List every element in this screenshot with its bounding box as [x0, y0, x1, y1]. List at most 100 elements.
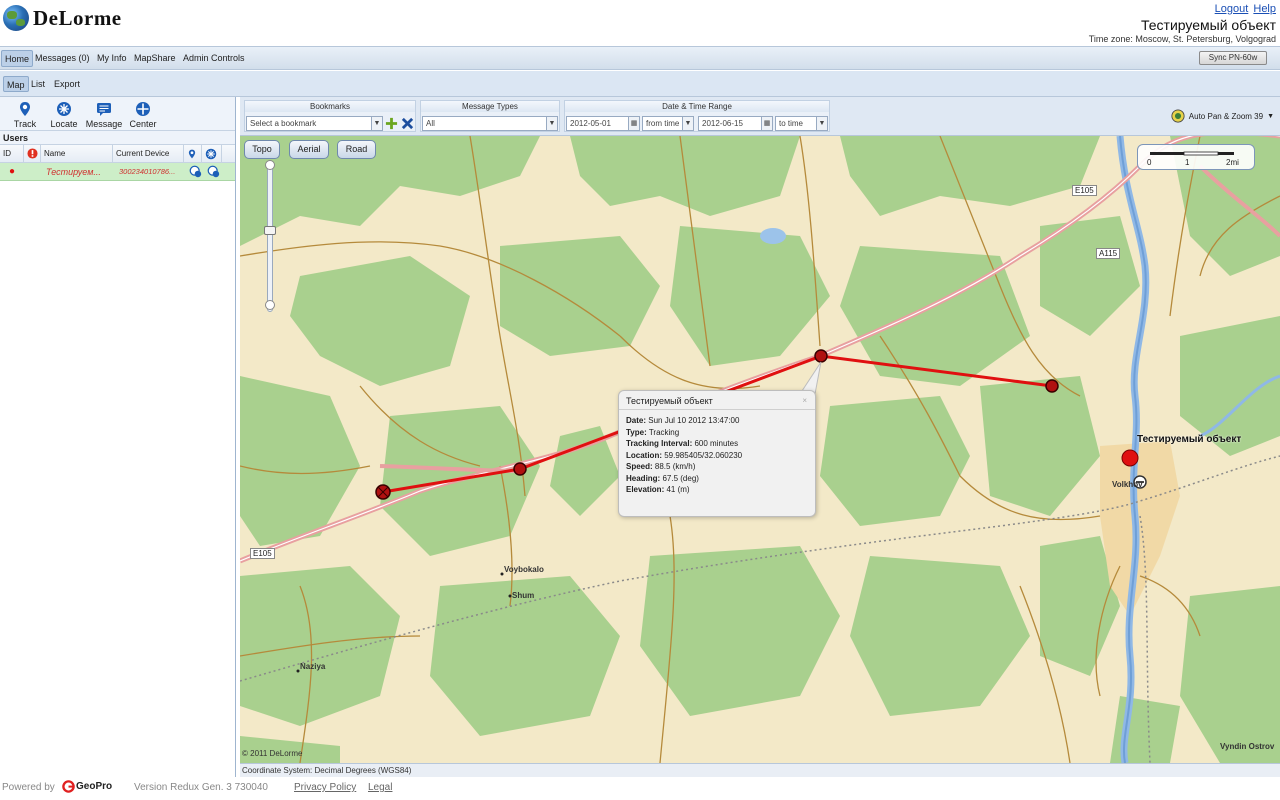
- app-header: DeLorme Logout Help Тестируемый объект T…: [0, 0, 1280, 46]
- map-area: Bookmarks Select a bookmark ▼ Message Ty…: [240, 97, 1280, 777]
- tab-export[interactable]: Export: [51, 76, 83, 92]
- tab-list[interactable]: List: [28, 76, 48, 92]
- col-id[interactable]: ID: [0, 145, 24, 163]
- bookmark-select-value: Select a bookmark: [250, 119, 317, 128]
- pin-icon: [188, 149, 196, 159]
- autopan-icon: [1171, 109, 1185, 123]
- nav-admin-controls[interactable]: Admin Controls: [180, 50, 248, 67]
- privacy-policy-link[interactable]: Privacy Policy: [294, 782, 356, 793]
- coordinate-system-label: Coordinate System: Decimal Degrees (WGS8…: [240, 763, 1280, 777]
- aerial-button[interactable]: Aerial: [289, 140, 329, 159]
- timezone-label: Time zone: Moscow, St. Petersburg, Volgo…: [1088, 34, 1276, 44]
- track-button[interactable]: Track: [5, 101, 45, 129]
- col-locate[interactable]: [202, 145, 222, 163]
- col-name[interactable]: Name: [41, 145, 113, 163]
- zoom-slider-track[interactable]: [267, 162, 273, 312]
- locate-icon: [205, 148, 217, 160]
- message-icon: [97, 103, 111, 116]
- center-button[interactable]: Center: [123, 101, 163, 129]
- lake: [760, 228, 786, 244]
- user-name[interactable]: Тестируем...: [43, 163, 113, 181]
- end-date-value: 2012-06-15: [702, 119, 743, 128]
- chevron-down-icon: ▼: [682, 117, 693, 130]
- user-row[interactable]: ● Тестируем... 300234010786...: [0, 163, 235, 181]
- autopan-label: Auto Pan & Zoom 39: [1188, 111, 1264, 121]
- tab-map[interactable]: Map: [3, 76, 29, 92]
- center-icon: [136, 102, 150, 116]
- powered-by-label: Powered by: [2, 782, 55, 793]
- place-voybokalo: Voybokalo: [504, 565, 544, 574]
- nav-messages[interactable]: Messages (0): [32, 50, 93, 67]
- logout-link[interactable]: Logout: [1215, 3, 1249, 15]
- popup-heading: Heading: 67.5 (deg): [626, 473, 699, 483]
- calendar-icon[interactable]: ▦: [628, 117, 639, 130]
- popup-type: Type: Tracking: [626, 427, 680, 437]
- locate-label: Locate: [50, 119, 78, 129]
- zoom-slider-handle[interactable]: [264, 226, 276, 235]
- filter-bar: Bookmarks Select a bookmark ▼ Message Ty…: [240, 97, 1280, 136]
- add-bookmark-icon[interactable]: [385, 117, 398, 130]
- bookmarks-group: Bookmarks Select a bookmark ▼: [244, 100, 416, 132]
- help-link[interactable]: Help: [1253, 3, 1276, 15]
- locate-toggle-icon: [207, 165, 220, 178]
- message-button[interactable]: Message: [84, 101, 124, 129]
- nav-mapshare[interactable]: MapShare: [131, 50, 179, 67]
- place-shum: Shum: [512, 591, 535, 600]
- chevron-down-icon: ▼: [1267, 112, 1274, 120]
- popup-location: Location: 59.985405/32.060230: [626, 450, 743, 460]
- alert-icon: [27, 148, 38, 159]
- popup-elevation: Elevation: 41 (m): [626, 485, 690, 494]
- object-map-label[interactable]: Тестируемый объект: [1137, 434, 1241, 445]
- delorme-logo: DeLorme: [3, 5, 122, 31]
- status-dot: ●: [9, 166, 16, 177]
- col-device[interactable]: Current Device: [113, 145, 184, 163]
- calendar-icon[interactable]: ▦: [761, 117, 772, 130]
- place-volkhov: Volkhov: [1112, 480, 1143, 489]
- zoom-out-icon[interactable]: [265, 300, 275, 310]
- popup-interval: Tracking Interval: 600 minutes: [626, 439, 739, 448]
- pin-icon: [20, 102, 30, 116]
- end-date-input[interactable]: 2012-06-15 ▦: [698, 116, 773, 131]
- to-time-select[interactable]: to time ▼: [775, 116, 828, 131]
- track-label: Track: [13, 119, 37, 129]
- geopro-logo: GeoPro: [62, 780, 112, 793]
- scale-label-2: 2mi: [1226, 158, 1239, 167]
- road-label-e105-north: E105: [1072, 185, 1097, 196]
- map-canvas[interactable]: Topo Aerial Road 0 1 2mi E105 E105 A115 …: [240, 136, 1280, 763]
- locate-button[interactable]: Locate: [44, 101, 84, 129]
- message-type-select[interactable]: All ▼: [422, 116, 558, 131]
- map-copyright: © 2011 DeLorme: [242, 749, 303, 758]
- to-time-value: to time: [779, 119, 804, 128]
- col-alert[interactable]: [24, 145, 41, 163]
- footer: Powered by GeoPro Version Redux Gen. 3 7…: [0, 777, 1280, 800]
- zoom-in-icon[interactable]: [265, 160, 275, 170]
- message-types-title: Message Types: [421, 101, 559, 112]
- close-icon[interactable]: ×: [802, 396, 807, 405]
- legal-link[interactable]: Legal: [368, 782, 392, 793]
- geopro-text: GeoPro: [76, 781, 113, 792]
- bookmark-select[interactable]: Select a bookmark ▼: [246, 116, 383, 131]
- from-time-select[interactable]: from time ▼: [642, 116, 694, 131]
- autopan-control[interactable]: Auto Pan & Zoom 39 ▼: [1171, 109, 1274, 123]
- message-types-group: Message Types All ▼: [420, 100, 560, 132]
- sub-nav: Map List Export: [0, 71, 1280, 97]
- scale-label-0: 0: [1147, 158, 1152, 167]
- user-device: 300234010786...: [119, 167, 176, 176]
- geopro-icon: [62, 780, 75, 793]
- row-locate-button[interactable]: [204, 163, 222, 181]
- col-track[interactable]: [184, 145, 202, 163]
- row-track-button[interactable]: [186, 163, 202, 181]
- popup-speed: Speed: 88.5 (km/h): [626, 462, 696, 471]
- place-vyndin-ostrov: Vyndin Ostrov: [1220, 742, 1275, 751]
- message-type-value: All: [426, 119, 435, 128]
- delete-bookmark-icon[interactable]: [401, 117, 414, 130]
- locate-icon: [57, 102, 71, 116]
- start-date-input[interactable]: 2012-05-01 ▦: [566, 116, 640, 131]
- chevron-down-icon: ▼: [546, 117, 557, 130]
- road-button[interactable]: Road: [337, 140, 376, 159]
- nav-home[interactable]: Home: [1, 50, 34, 67]
- bookmarks-title: Bookmarks: [245, 101, 415, 112]
- sync-button[interactable]: Sync PN-60w: [1199, 51, 1267, 65]
- topo-button[interactable]: Topo: [244, 140, 280, 159]
- nav-my-info[interactable]: My Info: [94, 50, 130, 67]
